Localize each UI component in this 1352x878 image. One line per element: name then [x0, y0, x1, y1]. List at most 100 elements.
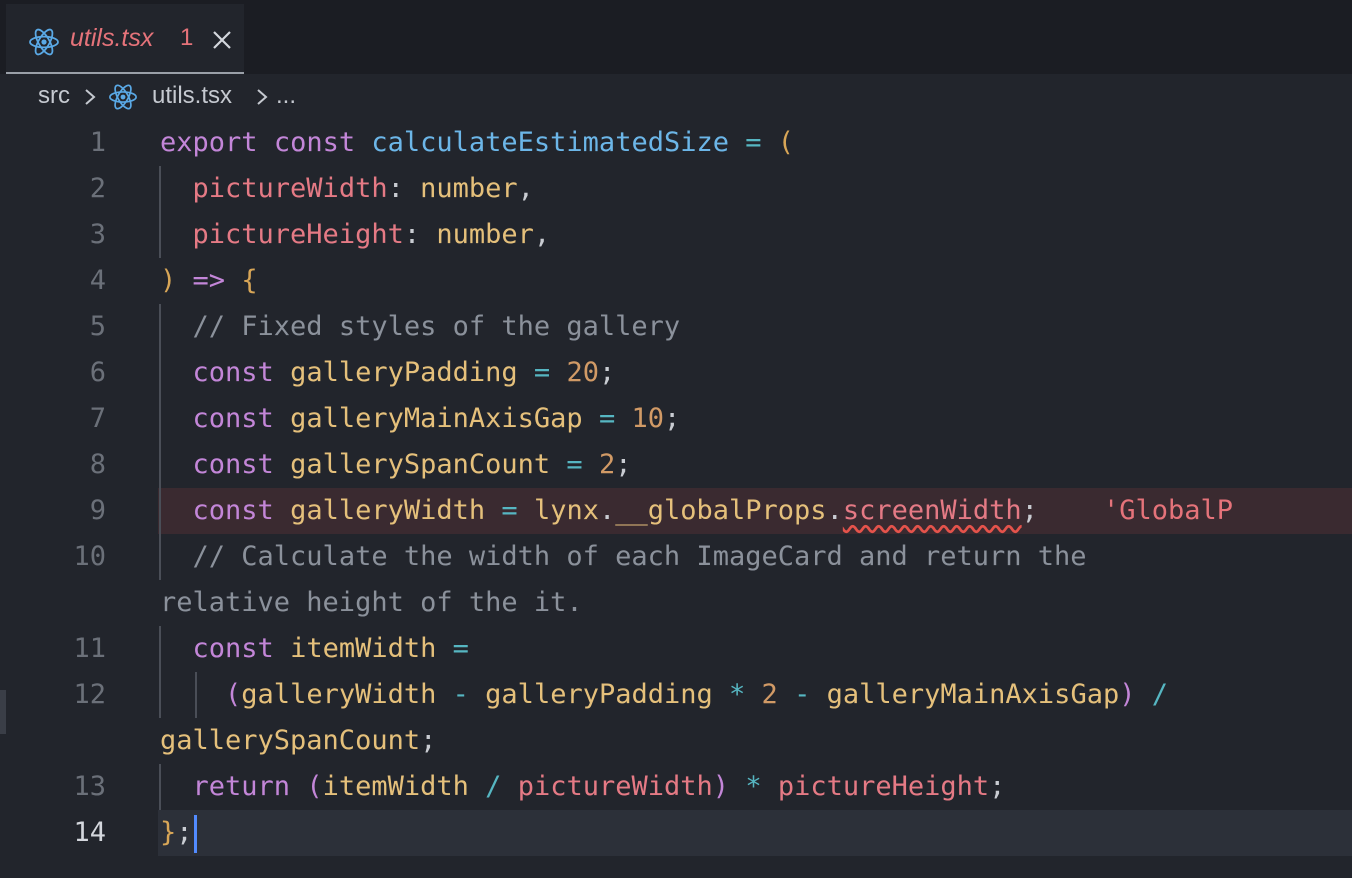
- operator: *: [729, 679, 746, 710]
- number: 20: [566, 357, 599, 388]
- punctuation: .: [826, 495, 843, 526]
- code-line: 4 ) => {: [0, 258, 1352, 304]
- operator: =: [533, 357, 551, 388]
- bracket: }: [160, 817, 177, 848]
- breadcrumb: src utils.tsx ...: [0, 74, 1352, 120]
- line-number: 7: [89, 403, 106, 434]
- variable: galleryMainAxisGap: [290, 403, 583, 434]
- punctuation: ;: [989, 771, 1006, 802]
- react-icon: [109, 84, 137, 110]
- keyword: export: [160, 127, 258, 158]
- number: 2: [761, 679, 778, 710]
- variable: itemWidth: [322, 771, 469, 802]
- line-number: 4: [89, 265, 106, 296]
- punctuation: ;: [1021, 495, 1038, 526]
- breadcrumb-more[interactable]: ...: [276, 82, 296, 110]
- comment: // Calculate the width of each ImageCard…: [192, 541, 1087, 572]
- scroll-marker: [0, 690, 6, 734]
- variable: galleryPadding: [290, 357, 518, 388]
- code-line: 1 export const calculateEstimatedSize = …: [0, 120, 1352, 166]
- property: __globalProps: [615, 495, 827, 526]
- keyword: const: [192, 495, 274, 526]
- variable: itemWidth: [290, 633, 437, 664]
- line-number: 14: [73, 817, 106, 848]
- variable: galleryPadding: [485, 679, 713, 710]
- punctuation: ;: [615, 449, 632, 480]
- function-name: calculateEstimatedSize: [371, 127, 729, 158]
- variable: galleryMainAxisGap: [826, 679, 1120, 710]
- code-line: 2 pictureWidth: number,: [0, 166, 1352, 212]
- tab-title: utils.tsx: [70, 24, 154, 52]
- type: number: [436, 219, 534, 250]
- text-cursor: [193, 814, 197, 853]
- keyword: return: [192, 771, 291, 802]
- code-line: 11 const itemWidth =: [0, 626, 1352, 672]
- parameter: pictureWidth: [192, 173, 388, 204]
- code-line: 14 };: [0, 810, 1352, 856]
- breadcrumb-folder[interactable]: src: [38, 82, 70, 110]
- operator: /: [1151, 679, 1169, 710]
- code-line: 8 const gallerySpanCount = 2;: [0, 442, 1352, 488]
- chevron-right-icon: [85, 89, 96, 105]
- line-number: 9: [89, 495, 106, 526]
- punctuation: :: [403, 219, 421, 250]
- variable: gallerySpanCount: [160, 725, 421, 756]
- line-number: 5: [89, 311, 106, 342]
- code-line: 5 // Fixed styles of the gallery: [0, 304, 1352, 350]
- line-number: 1: [89, 127, 106, 158]
- operator: -: [452, 679, 469, 710]
- operator: /: [485, 771, 502, 802]
- punctuation: ;: [663, 403, 681, 434]
- operator: =: [598, 403, 616, 434]
- tab-bar: utils.tsx 1: [0, 0, 1352, 74]
- punctuation: ;: [176, 817, 193, 848]
- operator: =: [566, 449, 583, 480]
- problem-count-badge: 1: [180, 24, 194, 51]
- keyword: const: [273, 127, 356, 158]
- keyword: const: [192, 449, 274, 480]
- parameter: pictureWidth: [517, 771, 713, 802]
- operator: =>: [192, 265, 226, 296]
- variable: galleryWidth: [290, 495, 486, 526]
- line-number: 2: [89, 173, 106, 204]
- bracket: (: [777, 127, 795, 158]
- line-number: 3: [89, 219, 106, 250]
- line-number: 10: [73, 541, 106, 572]
- close-icon[interactable]: [212, 30, 232, 50]
- code-line: 3 pictureHeight: number,: [0, 212, 1352, 258]
- bracket: {: [241, 265, 258, 296]
- punctuation: ;: [598, 357, 616, 388]
- bracket: ): [712, 771, 730, 802]
- bracket: (: [225, 679, 242, 710]
- error-property[interactable]: screenWidth: [843, 495, 1022, 526]
- operator: *: [745, 771, 762, 802]
- bracket: (: [306, 771, 323, 802]
- code-editor[interactable]: 1 export const calculateEstimatedSize = …: [0, 120, 1352, 878]
- comment-wrap: relative height of the it.: [160, 587, 583, 618]
- tab-utils-tsx[interactable]: utils.tsx 1: [6, 4, 244, 74]
- operator: =: [745, 127, 762, 158]
- code-line: 9 const galleryWidth = lynx.__globalProp…: [0, 488, 1352, 534]
- parameter: pictureHeight: [777, 771, 990, 802]
- variable: gallerySpanCount: [290, 449, 551, 480]
- line-number: 13: [73, 771, 106, 802]
- operator: =: [501, 495, 518, 526]
- code-line: 10 // Calculate the width of each ImageC…: [0, 534, 1352, 626]
- keyword: const: [192, 403, 274, 434]
- type: number: [420, 173, 518, 204]
- number: 10: [631, 403, 664, 434]
- bracket: ): [1119, 679, 1136, 710]
- bracket: ): [160, 265, 177, 296]
- breadcrumb-file[interactable]: utils.tsx: [152, 82, 232, 110]
- line-number: 12: [73, 679, 106, 710]
- line-number: 11: [73, 633, 106, 664]
- code-line: 6 const galleryPadding = 20;: [0, 350, 1352, 396]
- operator: =: [452, 633, 469, 664]
- punctuation: .: [598, 495, 616, 526]
- chevron-right-icon: [257, 89, 268, 105]
- parameter: pictureHeight: [192, 219, 404, 250]
- punctuation: ;: [420, 725, 437, 756]
- inline-error-message[interactable]: 'GlobalP: [1103, 495, 1233, 526]
- number: 2: [598, 449, 616, 480]
- punctuation: ,: [533, 219, 551, 250]
